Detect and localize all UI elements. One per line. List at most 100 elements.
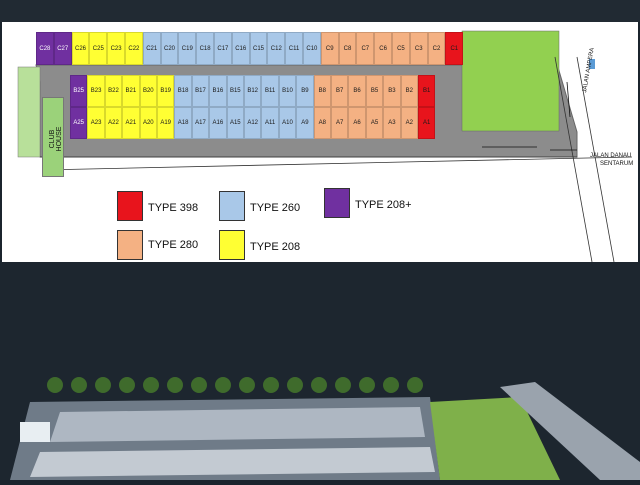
lot-b17: B17 [191, 75, 210, 107]
site-plan-panel: CLUB HOUSE JALAN AMPERA JALAN DANAU SENT… [2, 22, 638, 262]
lot-c8: C8 [338, 32, 357, 65]
houses-block-2 [50, 407, 425, 442]
lot-b10: B10 [278, 75, 297, 107]
lot-c26: C26 [71, 32, 90, 65]
lot-c28: C28 [36, 32, 54, 65]
lot-b6: B6 [348, 75, 366, 107]
road-label-sentarum: SENTARUM [600, 161, 634, 167]
lot-b2: B2 [400, 75, 418, 107]
legend-label-type208plus: TYPE 208+ [355, 199, 412, 211]
club-building [20, 422, 50, 442]
lot-c15: C15 [249, 32, 268, 65]
lot-c21: C21 [142, 32, 161, 65]
legend-swatch-type280 [117, 230, 143, 260]
legend-swatch-type208plus [324, 188, 350, 218]
tree-icon [407, 377, 423, 393]
lot-b23: B23 [87, 75, 105, 107]
lot-a10: A10 [278, 107, 297, 139]
lot-a17: A17 [191, 107, 210, 139]
lot-a9: A9 [296, 107, 314, 139]
legend-label-type280: TYPE 280 [148, 239, 199, 251]
lot-b11: B11 [261, 75, 279, 107]
lot-b12: B12 [244, 75, 262, 107]
lot-b20: B20 [139, 75, 157, 107]
tree-icon [359, 377, 375, 393]
lot-a11: A11 [261, 107, 279, 139]
houses-block-3 [30, 447, 435, 477]
lot-c7: C7 [356, 32, 375, 65]
tree-icon [335, 377, 351, 393]
lot-c22: C22 [125, 32, 143, 65]
club-house-label: CLUB HOUSE [49, 126, 63, 152]
lot-a12: A12 [244, 107, 262, 139]
lot-c9: C9 [320, 32, 339, 65]
lot-c17: C17 [214, 32, 232, 65]
tree-icon [215, 377, 231, 393]
lot-c3: C3 [409, 32, 428, 65]
lot-b9: B9 [296, 75, 314, 107]
lot-a21: A21 [122, 107, 140, 139]
legend-swatch-type260 [219, 191, 245, 221]
lot-a25: A25 [70, 107, 88, 139]
lot-c25: C25 [89, 32, 108, 65]
tree-icon [191, 377, 207, 393]
lot-a8: A8 [313, 107, 331, 139]
lot-a6: A6 [348, 107, 366, 139]
lot-b7: B7 [331, 75, 349, 107]
lot-a15: A15 [226, 107, 244, 139]
lot-b15: B15 [226, 75, 244, 107]
lot-b19: B19 [157, 75, 175, 107]
lot-c1: C1 [445, 32, 464, 65]
green-area [461, 30, 560, 132]
lot-a2: A2 [400, 107, 418, 139]
tree-icon [143, 377, 159, 393]
lot-c2: C2 [427, 32, 446, 65]
lot-a16: A16 [209, 107, 227, 139]
lot-a1: A1 [418, 107, 436, 139]
lot-a19: A19 [157, 107, 175, 139]
lot-a7: A7 [331, 107, 349, 139]
lot-c18: C18 [196, 32, 214, 65]
tree-icon [119, 377, 135, 393]
tree-icon [287, 377, 303, 393]
lot-b18: B18 [174, 75, 192, 107]
lot-a5: A5 [365, 107, 384, 139]
lot-a22: A22 [104, 107, 123, 139]
tree-icon [47, 377, 63, 393]
tree-icon [311, 377, 327, 393]
lot-c11: C11 [285, 32, 303, 65]
tree-icon [263, 377, 279, 393]
top-band [0, 0, 640, 22]
tree-icon [167, 377, 183, 393]
lot-a20: A20 [139, 107, 157, 139]
site-plan-image: CLUB HOUSE JALAN AMPERA JALAN DANAU SENT… [0, 0, 640, 480]
tree-icon [71, 377, 87, 393]
lot-b25: B25 [70, 75, 88, 107]
legend-label-type398: TYPE 398 [148, 202, 199, 214]
lot-a18: A18 [174, 107, 192, 139]
legend-swatch-type208 [219, 230, 245, 260]
legend-label-type208: TYPE 208 [250, 241, 301, 253]
lot-c23: C23 [107, 32, 125, 65]
lot-b16: B16 [209, 75, 227, 107]
tree-icon [95, 377, 111, 393]
lot-a23: A23 [87, 107, 105, 139]
lot-b1: B1 [418, 75, 436, 107]
aerial-render-drawing [0, 262, 640, 480]
lot-c19: C19 [178, 32, 197, 65]
lot-c12: C12 [267, 32, 286, 65]
legend-swatch-type398 [117, 191, 143, 221]
lot-c5: C5 [392, 32, 410, 65]
lot-b8: B8 [313, 75, 331, 107]
road-line-4 [41, 156, 633, 171]
legend-label-type260: TYPE 260 [250, 202, 301, 214]
lot-c10: C10 [303, 32, 321, 65]
lot-c27: C27 [53, 32, 72, 65]
lot-c6: C6 [374, 32, 392, 65]
lot-b22: B22 [104, 75, 123, 107]
aerial-render [0, 262, 640, 480]
lot-b5: B5 [365, 75, 384, 107]
tree-icon [383, 377, 399, 393]
road-label-danau: JALAN DANAU [590, 153, 632, 159]
green-strip [17, 66, 41, 158]
